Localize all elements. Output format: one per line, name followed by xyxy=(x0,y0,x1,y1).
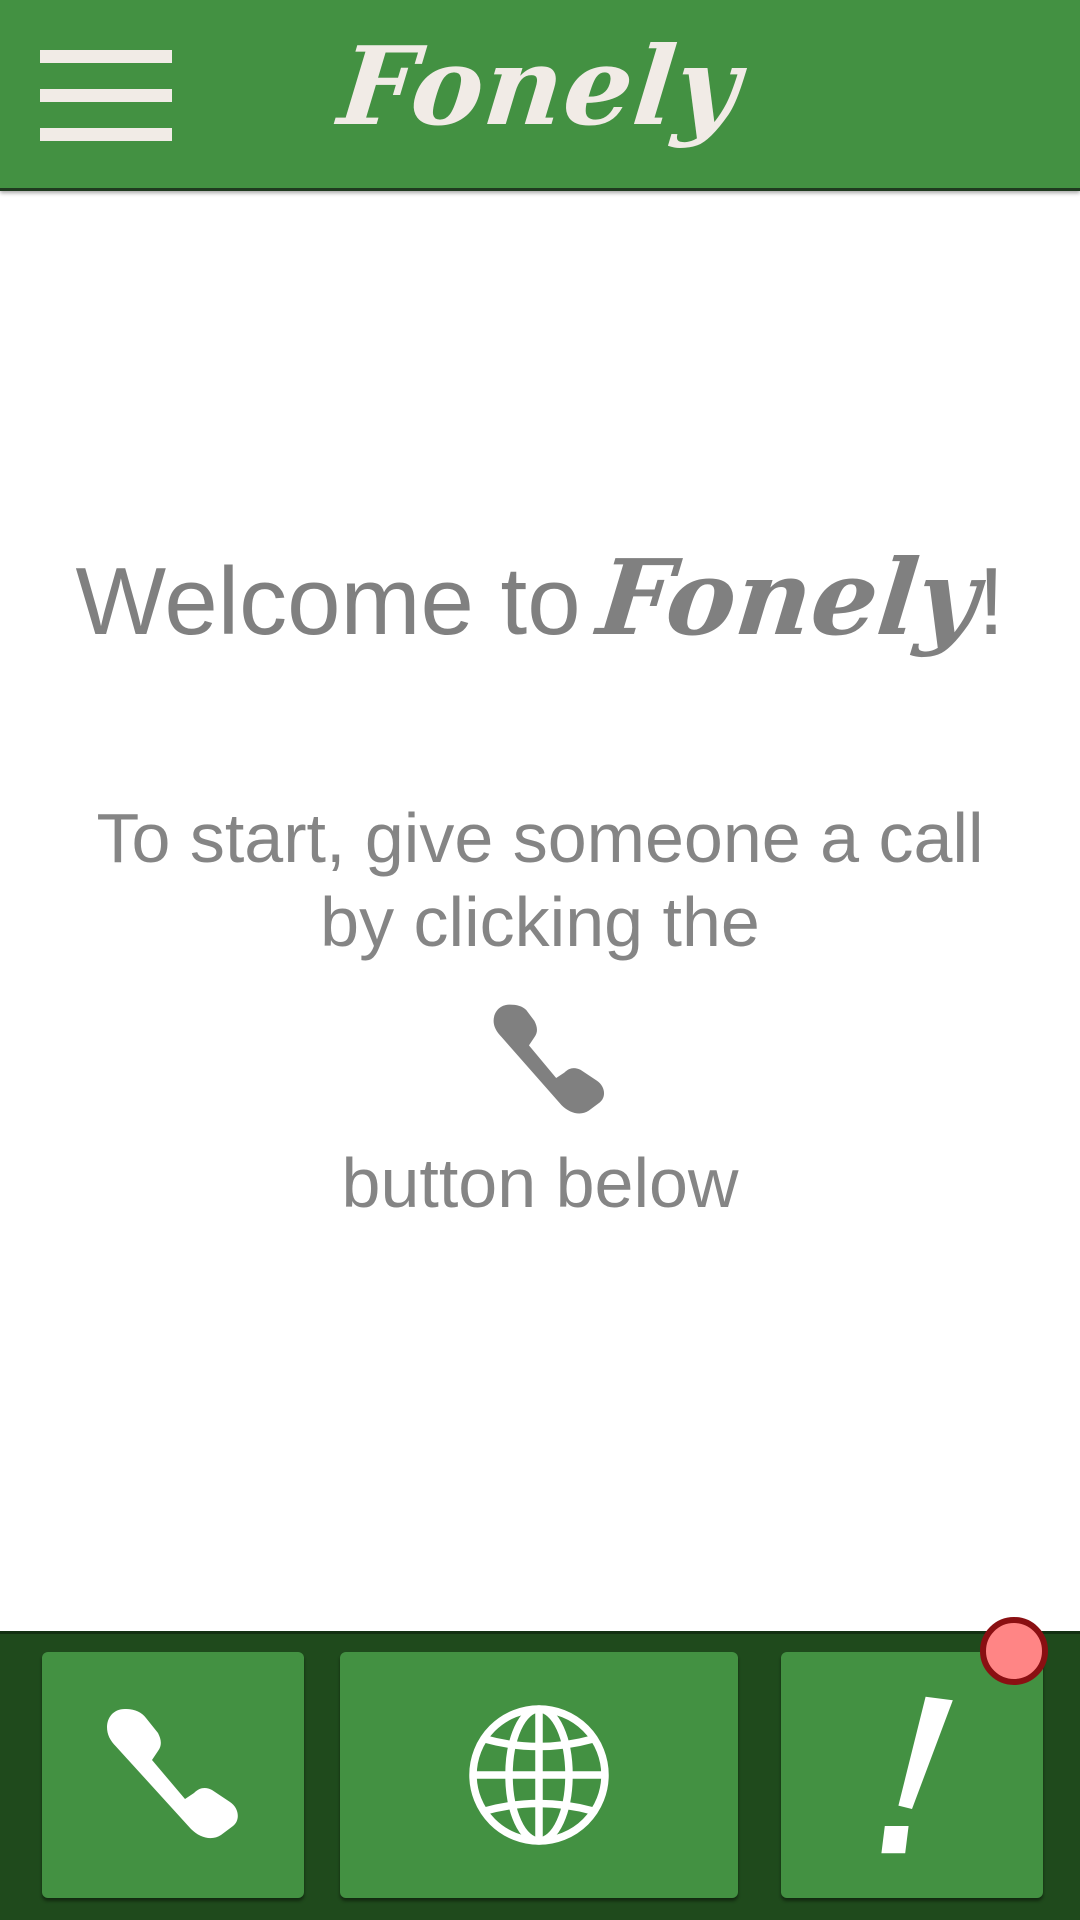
alerts-button[interactable] xyxy=(781,1652,1043,1898)
welcome-suffix: ! xyxy=(977,548,1005,655)
welcome-prefix: Welcome to xyxy=(75,548,581,655)
welcome-brand: Fonely xyxy=(592,536,985,659)
top-bar: Fonely xyxy=(0,0,1080,191)
globe-button[interactable] xyxy=(340,1652,738,1898)
welcome-panel: Welcome to Fonely! To start, give someone… xyxy=(0,191,1080,1631)
call-button[interactable] xyxy=(42,1652,304,1898)
welcome-heading: Welcome to Fonely! xyxy=(0,536,1080,659)
globe-icon xyxy=(469,1705,609,1845)
phone-icon xyxy=(493,1004,605,1114)
instruction-text: To start, give someone a call by clickin… xyxy=(0,796,1080,964)
app-screen: Fonely Welcome to Fonely! To start, give … xyxy=(0,0,1080,1920)
phone-icon xyxy=(107,1709,238,1839)
menu-icon-bar xyxy=(40,50,172,63)
instruction-line-1: To start, give someone a call xyxy=(96,799,984,877)
bottom-nav xyxy=(0,1631,1080,1920)
notification-badge xyxy=(980,1617,1048,1685)
menu-button[interactable] xyxy=(40,48,172,142)
menu-icon-bar xyxy=(40,89,172,102)
instruction-line-3: button below xyxy=(341,1144,739,1222)
app-logo: Fonely xyxy=(333,24,747,150)
exclamation-icon xyxy=(881,1696,953,1854)
menu-icon-bar xyxy=(40,128,172,141)
instruction-line-2: by clicking the xyxy=(320,883,760,961)
